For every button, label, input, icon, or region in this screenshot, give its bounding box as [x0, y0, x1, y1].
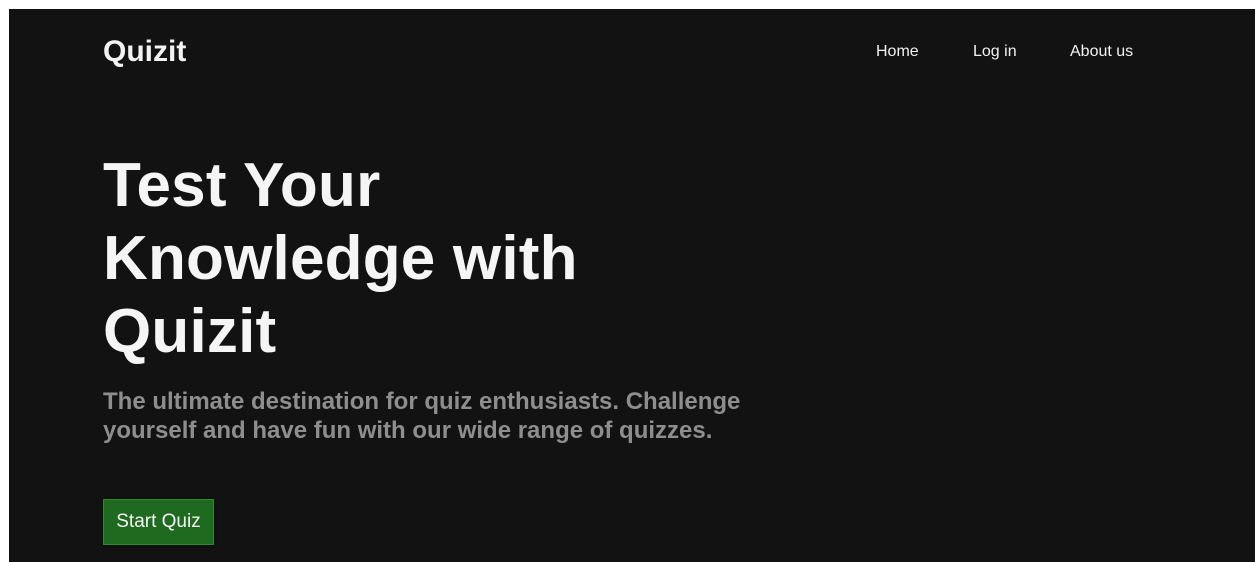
- nav-link-login[interactable]: Log in: [973, 42, 1017, 62]
- hero-subtitle: The ultimate destination for quiz enthus…: [103, 388, 741, 444]
- navbar: Quizit Home Log in About us: [9, 9, 1255, 99]
- brand-logo[interactable]: Quizit: [103, 35, 186, 69]
- nav-link-home[interactable]: Home: [876, 42, 919, 62]
- hero-section: Test Your Knowledge with Quizit The ulti…: [103, 149, 823, 445]
- start-quiz-button[interactable]: Start Quiz: [103, 499, 214, 545]
- nav-link-about-us[interactable]: About us: [1070, 42, 1133, 62]
- hero-title: Test Your Knowledge with Quizit: [103, 151, 578, 366]
- page: Quizit Home Log in About us Test Your Kn…: [9, 9, 1255, 562]
